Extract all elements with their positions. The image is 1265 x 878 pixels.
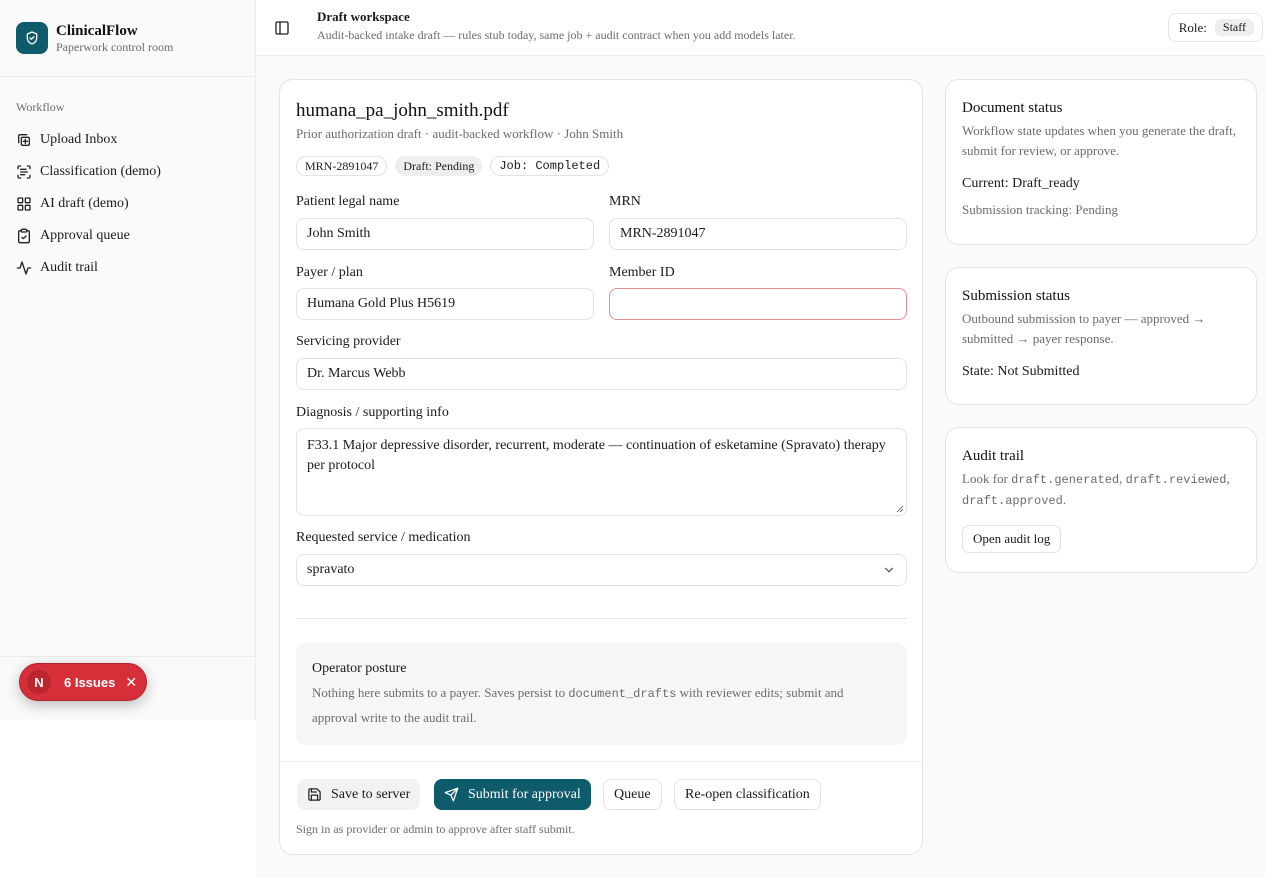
issues-badge[interactable]: N 6 Issues ✕ [19,663,147,701]
sidebar-item-ai-draft[interactable]: AI draft (demo) [8,188,248,220]
provider-label: Servicing provider [296,334,401,349]
shield-icon [16,22,48,54]
role-label: Role: [1178,19,1207,35]
current-state: Current: Draft_ready [962,176,1080,191]
posture-title: Operator posture [312,661,407,676]
status-chips: MRN-2891047 Draft: Pending Job: Complete… [296,156,610,176]
sidebar-item-label: Classification (demo) [40,164,161,179]
submission-state: State: Not Submitted [962,364,1080,379]
role-selector[interactable]: Role: Staff [1167,13,1263,42]
save-button[interactable]: Save to server [297,779,421,810]
payer-input[interactable]: Humana Gold Plus H5619 [296,288,594,320]
copy-upload-icon [18,134,30,146]
mrn-input[interactable]: MRN-2891047 [609,218,907,250]
member-id-label: Member ID [609,265,675,280]
chevron-down-icon [884,567,894,573]
queue-button[interactable]: Queue [603,779,662,810]
audit-trail-title: Audit trail [962,448,1025,464]
sidebar-item-label: Approval queue [40,228,130,243]
mrn-chip: MRN-2891047 [296,156,388,176]
audit-trail-card: Audit trail Look for draft.generated, dr… [945,427,1257,573]
document-status-card: Document status Workflow state updates w… [945,79,1257,245]
sidebar-item-approval-queue[interactable]: Approval queue [8,220,248,252]
document-status-title: Document status [962,100,1063,116]
document-title: humana_pa_john_smith.pdf [296,100,509,121]
approval-footnote: Sign in as provider or admin to approve … [296,822,575,836]
scan-text-icon [17,165,31,179]
sidebar-item-label: Audit trail [40,260,98,275]
mrn-label: MRN [609,194,641,209]
next-logo-icon: N [27,670,51,694]
nav-group-label: Workflow [16,100,65,114]
clipboard-check-icon [18,228,30,244]
open-audit-log-button[interactable]: Open audit log [962,525,1062,553]
draft-status-badge: Draft: Pending [395,156,483,176]
audit-trail-text: Look for draft.generated, draft.reviewed… [962,471,1230,508]
member-id-input[interactable] [609,288,907,320]
provider-input[interactable]: Dr. Marcus Webb [296,358,907,390]
event-code: draft.generated [1011,473,1120,487]
action-bar: Save to server Submit for approval Queue… [280,761,922,855]
divider [296,618,907,619]
draft-card: humana_pa_john_smith.pdf Prior authoriza… [279,79,923,855]
diagnosis-textarea[interactable]: F33.1 Major depressive disorder, recurre… [296,428,907,516]
submission-tracking: Submission tracking: Pending [962,202,1118,217]
event-code: draft.approved [962,494,1063,508]
sidebar-item-audit-trail[interactable]: Audit trail [8,252,248,284]
patient-name-label: Patient legal name [296,194,400,209]
submission-status-card: Submission status Outbound submission to… [945,267,1257,405]
sidebar-item-label: AI draft (demo) [40,196,129,211]
sidebar-toggle-icon[interactable] [274,20,290,41]
service-value: spravato [307,562,355,577]
operator-posture-panel: Operator posture Nothing here submits to… [296,643,907,745]
submission-status-title: Submission status [962,288,1070,304]
submit-for-approval-button[interactable]: Submit for approval [434,779,591,810]
close-icon[interactable]: ✕ [125,674,137,691]
page-title: Draft workspace [317,9,410,24]
service-label: Requested service / medication [296,530,471,545]
brand-name: ClinicalFlow [56,22,138,39]
table-name-code: document_drafts [568,687,677,701]
sidebar-item-classification[interactable]: Classification (demo) [8,156,248,188]
save-icon [308,788,321,801]
page-subtitle: Audit-backed intake draft — rules stub t… [317,28,796,42]
payer-label: Payer / plan [296,265,363,280]
service-select[interactable]: spravato [296,554,907,586]
sidebar-item-upload-inbox[interactable]: Upload Inbox [8,124,248,156]
patient-name-input[interactable]: John Smith [296,218,594,250]
save-label: Save to server [331,786,411,802]
sidebar-item-label: Upload Inbox [40,132,118,147]
event-code: draft.reviewed [1125,473,1227,487]
diagnosis-text: F33.1 Major depressive disorder, recurre… [307,438,886,473]
brand-subtitle: Paperwork control room [56,39,174,54]
submit-label: Submit for approval [468,786,581,802]
reopen-classification-button[interactable]: Re-open classification [674,779,821,810]
job-status-badge: Job: Completed [490,156,610,176]
document-subtitle: Prior authorization draft · audit-backed… [296,126,624,141]
layout-grid-icon [17,197,31,211]
submission-status-text: Outbound submission to payer — approved … [962,311,1206,346]
sidebar-nav: Upload Inbox Classification (demo) AI dr… [8,124,248,284]
role-badge: Staff [1214,19,1254,36]
document-status-text: Workflow state updates when you generate… [962,123,1237,158]
activity-icon [16,261,32,275]
diagnosis-label: Diagnosis / supporting info [296,405,449,420]
resize-grip-icon[interactable] [896,505,904,513]
send-icon [444,787,459,802]
issues-count: 6 Issues [64,674,116,690]
sidebar: ClinicalFlow Paperwork control room Work… [0,0,256,720]
brand[interactable]: ClinicalFlow Paperwork control room [0,0,255,77]
top-header: Draft workspace Audit-backed intake draf… [256,0,1265,56]
posture-text: Nothing here submits to a payer. Saves p… [312,685,844,725]
